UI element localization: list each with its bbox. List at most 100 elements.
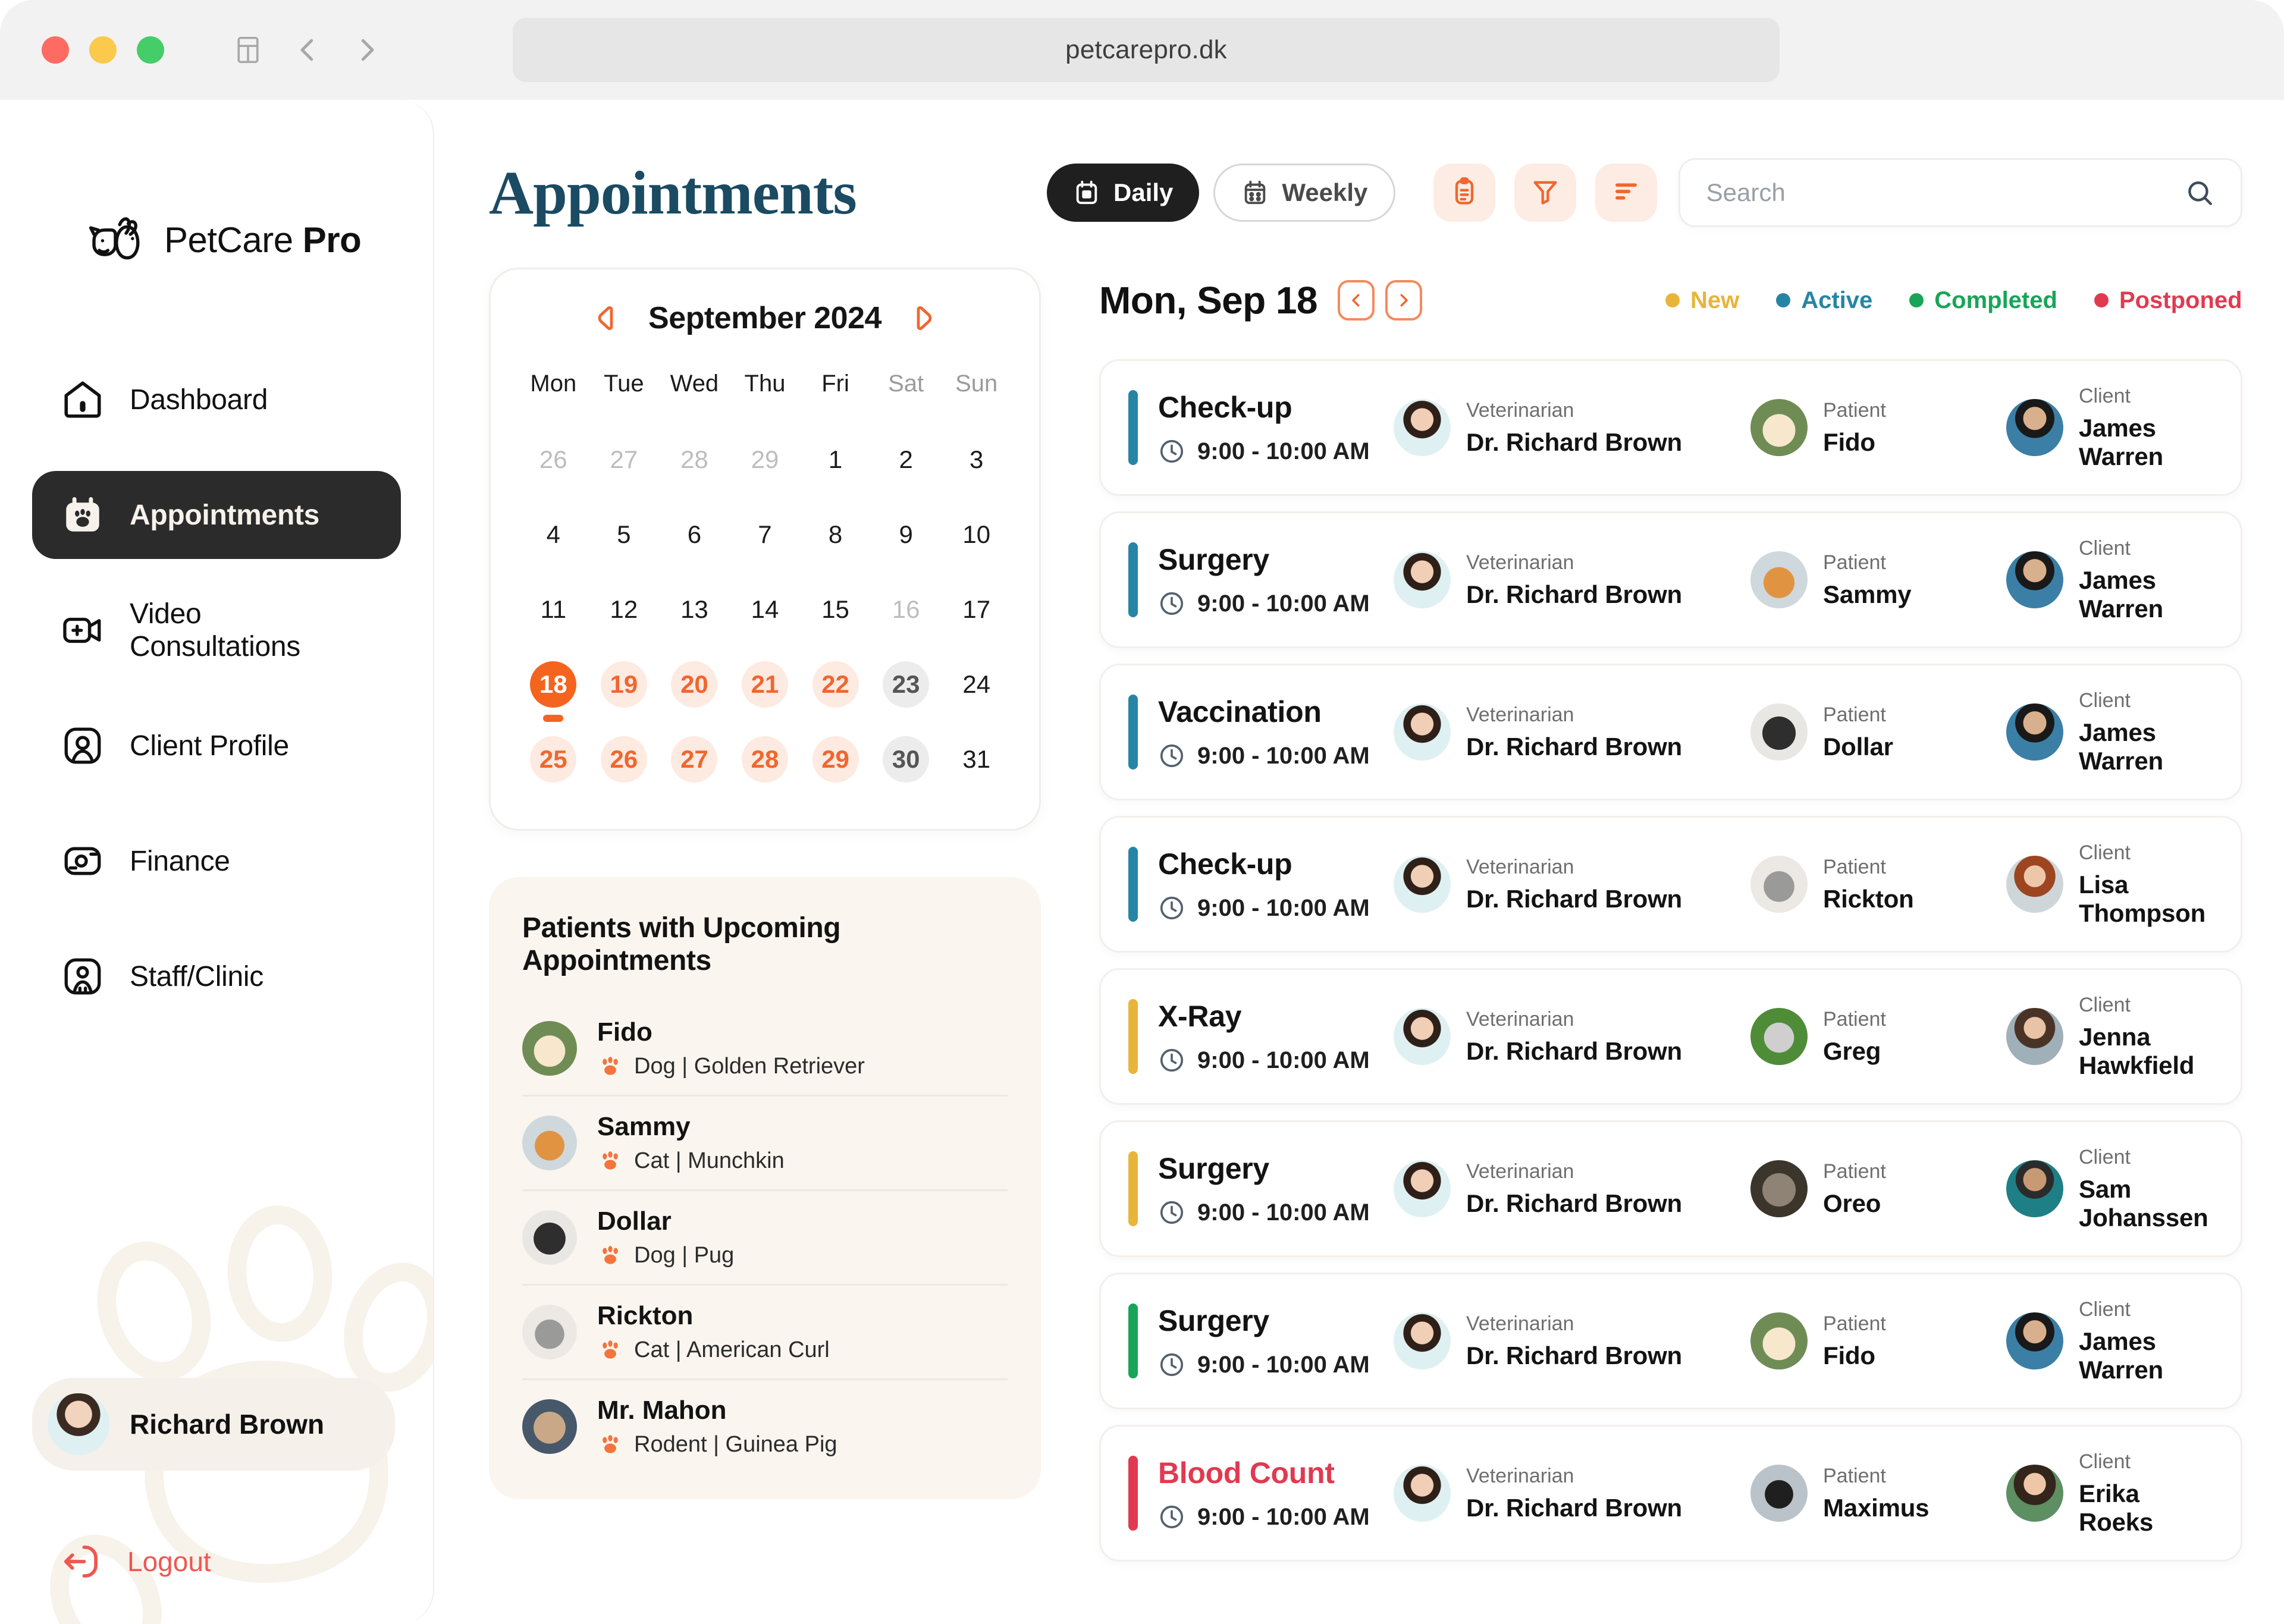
calendar-day[interactable]: 11: [530, 586, 576, 633]
calendar-cell[interactable]: 19: [589, 647, 660, 722]
close-window-button[interactable]: [42, 36, 69, 64]
calendar-cell[interactable]: 27: [659, 722, 730, 797]
calendar-day[interactable]: 21: [741, 661, 788, 708]
calendar-day[interactable]: 23: [883, 661, 930, 708]
previous-day-button[interactable]: [1337, 280, 1375, 321]
client-info[interactable]: Client Sam Johanssen: [2006, 1146, 2208, 1232]
calendar-cell[interactable]: 16: [871, 572, 942, 647]
calendar-day[interactable]: 28: [741, 736, 788, 783]
search-box[interactable]: [1678, 158, 2242, 227]
list-item[interactable]: Fido Dog | Golden Retriever: [522, 1002, 1008, 1097]
list-item[interactable]: Sammy Cat | Munchkin: [522, 1097, 1008, 1191]
veterinarian-info[interactable]: Veterinarian Dr. Richard Brown: [1394, 1465, 1750, 1522]
legend-item-new[interactable]: New: [1665, 287, 1739, 314]
calendar-day[interactable]: 17: [953, 586, 1000, 633]
legend-item-completed[interactable]: Completed: [1909, 287, 2057, 314]
calendar-cell[interactable]: 2: [871, 422, 942, 497]
client-info[interactable]: Client Jenna Hawkfield: [2006, 994, 2208, 1080]
address-bar[interactable]: petcarepro.dk: [513, 18, 1780, 82]
calendar-cell[interactable]: 26: [589, 722, 660, 797]
client-info[interactable]: Client James Warren: [2006, 385, 2208, 471]
veterinarian-info[interactable]: Veterinarian Dr. Richard Brown: [1394, 1312, 1750, 1370]
calendar-cell[interactable]: 5: [589, 497, 660, 572]
calendar-day[interactable]: 25: [530, 736, 577, 783]
appointment-row[interactable]: Check-up 9:00 - 10:00 AM Veterinarian Dr. R…: [1099, 359, 2242, 496]
client-info[interactable]: Client Erika Roeks: [2006, 1450, 2208, 1537]
veterinarian-info[interactable]: Veterinarian Dr. Richard Brown: [1394, 856, 1750, 913]
calendar-day[interactable]: 22: [812, 661, 859, 708]
calendar-day[interactable]: 20: [671, 661, 718, 708]
calendar-day[interactable]: 12: [601, 586, 647, 633]
calendar-cell[interactable]: 11: [518, 572, 589, 647]
calendar-next-month-button[interactable]: [908, 304, 936, 332]
veterinarian-info[interactable]: Veterinarian Dr. Richard Brown: [1394, 703, 1750, 761]
sidebar-item-finance[interactable]: Finance: [32, 817, 401, 905]
calendar-day[interactable]: 8: [812, 511, 859, 558]
calendar-day[interactable]: 31: [953, 736, 1000, 783]
veterinarian-info[interactable]: Veterinarian Dr. Richard Brown: [1394, 1160, 1750, 1218]
calendar-cell[interactable]: 1: [800, 422, 871, 497]
patient-info[interactable]: Patient Fido: [1750, 1312, 2006, 1370]
legend-item-active[interactable]: Active: [1776, 287, 1872, 314]
calendar-prev-month-button[interactable]: [594, 304, 622, 332]
search-icon[interactable]: [2185, 178, 2214, 208]
calendar-cell[interactable]: 14: [730, 572, 801, 647]
veterinarian-info[interactable]: Veterinarian Dr. Richard Brown: [1394, 551, 1750, 609]
calendar-day-selected[interactable]: 18: [530, 661, 577, 708]
sidebar-item-video-consultations[interactable]: Video Consultations: [32, 586, 401, 674]
sidebar-toggle-icon[interactable]: [232, 34, 264, 66]
calendar-day[interactable]: 29: [812, 736, 859, 783]
calendar-cell[interactable]: 24: [941, 647, 1012, 722]
calendar-day[interactable]: 24: [953, 661, 1000, 708]
calendar-cell[interactable]: 21: [730, 647, 801, 722]
calendar-day[interactable]: 7: [742, 511, 788, 558]
sidebar-item-dashboard[interactable]: Dashboard: [32, 356, 401, 444]
patient-info[interactable]: Patient Maximus: [1750, 1465, 2006, 1522]
calendar-cell[interactable]: 26: [518, 422, 589, 497]
calendar-cell[interactable]: 20: [659, 647, 730, 722]
calendar-cell[interactable]: 17: [941, 572, 1012, 647]
appointment-row[interactable]: Surgery 9:00 - 10:00 AM Veterinarian Dr. Ri…: [1099, 1120, 2242, 1257]
calendar-cell[interactable]: 12: [589, 572, 660, 647]
next-day-button[interactable]: [1385, 280, 1422, 321]
calendar-cell[interactable]: 31: [941, 722, 1012, 797]
clipboard-button[interactable]: [1433, 164, 1496, 222]
calendar-cell[interactable]: 27: [589, 422, 660, 497]
client-info[interactable]: Client Lisa Thompson: [2006, 841, 2208, 928]
calendar-cell[interactable]: 28: [659, 422, 730, 497]
calendar-day[interactable]: 15: [812, 586, 859, 633]
calendar-day[interactable]: 2: [883, 436, 929, 483]
legend-item-postponed[interactable]: Postponed: [2094, 287, 2242, 314]
appointment-row[interactable]: Surgery 9:00 - 10:00 AM Veterinarian Dr. Ri…: [1099, 1273, 2242, 1409]
patient-info[interactable]: Patient Greg: [1750, 1008, 2006, 1066]
sort-button[interactable]: [1595, 164, 1658, 222]
calendar-day[interactable]: 27: [671, 736, 718, 783]
appointment-row[interactable]: Vaccination 9:00 - 10:00 AM Veterinarian Dr…: [1099, 664, 2242, 800]
calendar-cell[interactable]: 30: [871, 722, 942, 797]
calendar-cell[interactable]: 9: [871, 497, 942, 572]
calendar-cell[interactable]: 18: [518, 647, 589, 722]
list-item[interactable]: Rickton Cat | American Curl: [522, 1286, 1008, 1380]
calendar-cell[interactable]: 7: [730, 497, 801, 572]
appointment-row[interactable]: X-Ray 9:00 - 10:00 AM Veterinarian Dr. Rich…: [1099, 968, 2242, 1105]
calendar-cell[interactable]: 29: [800, 722, 871, 797]
calendar-day[interactable]: 5: [601, 511, 647, 558]
calendar-day[interactable]: 29: [742, 436, 788, 483]
calendar-cell[interactable]: 10: [941, 497, 1012, 572]
calendar-day[interactable]: 28: [671, 436, 717, 483]
calendar-day[interactable]: 9: [883, 511, 929, 558]
search-input[interactable]: [1706, 178, 2185, 207]
calendar-day[interactable]: 27: [601, 436, 647, 483]
calendar-day[interactable]: 16: [883, 586, 929, 633]
patient-info[interactable]: Patient Sammy: [1750, 551, 2006, 609]
appointment-row[interactable]: Blood Count 9:00 - 10:00 AM Veterinarian Dr…: [1099, 1425, 2242, 1562]
calendar-cell[interactable]: 6: [659, 497, 730, 572]
sidebar-item-client-profile[interactable]: Client Profile: [32, 702, 401, 790]
calendar-day[interactable]: 4: [530, 511, 576, 558]
calendar-day[interactable]: 6: [671, 511, 717, 558]
patient-info[interactable]: Patient Oreo: [1750, 1160, 2006, 1218]
logout-button[interactable]: Logout: [32, 1541, 402, 1582]
calendar-day[interactable]: 14: [742, 586, 788, 633]
patient-info[interactable]: Patient Dollar: [1750, 703, 2006, 761]
minimize-window-button[interactable]: [89, 36, 117, 64]
